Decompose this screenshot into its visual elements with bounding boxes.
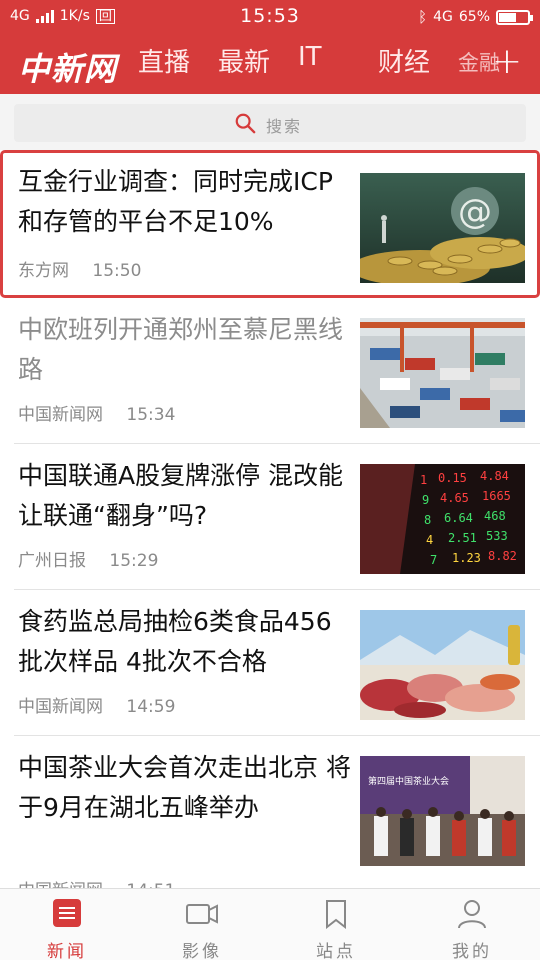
news-time: 15:29	[109, 551, 159, 571]
svg-text:4.84: 4.84	[480, 469, 509, 483]
battery-fill	[499, 12, 516, 22]
news-thumbnail	[360, 610, 525, 720]
tab-sites[interactable]: 站点	[291, 899, 381, 960]
svg-text:8.82: 8.82	[488, 549, 517, 563]
svg-text:9: 9	[422, 493, 429, 507]
news-source: 东方网	[18, 261, 69, 281]
news-item[interactable]: 中国茶业大会首次走出北京 将于9月在湖北五峰举办 中国新闻网 14:51 第四届…	[0, 736, 540, 901]
battery-level: 65%	[458, 9, 490, 25]
tab-latest[interactable]: 最新	[218, 42, 298, 79]
news-item[interactable]: 互金行业调查：同时完成ICP和存管的平台不足10% 东方网 15:50 @	[0, 150, 540, 298]
bluetooth-icon: ᛒ	[418, 8, 428, 26]
news-title: 中国联通A股复牌涨停 混改能让联通“翻身”吗?	[18, 461, 344, 530]
news-source: 中国新闻网	[18, 697, 103, 717]
network-type-right: 4G	[433, 9, 453, 25]
svg-text:1665: 1665	[482, 489, 511, 503]
tab-label: 新闻	[47, 942, 87, 960]
svg-text:1: 1	[420, 473, 427, 487]
news-source: 广州日报	[18, 551, 86, 571]
status-right: ᛒ 4G 65%	[418, 8, 533, 26]
news-title: 中欧班列开通郑州至慕尼黑线路	[18, 315, 344, 384]
news-time: 15:50	[92, 261, 142, 281]
news-item[interactable]: 中国联通A股复牌涨停 混改能让联通“翻身”吗? 广州日报 15:29 1 0.15…	[0, 444, 540, 590]
tab-label: 站点	[316, 942, 356, 960]
svg-text:1.23: 1.23	[452, 551, 481, 565]
tab-finance[interactable]: 财经	[378, 42, 458, 79]
search-area: 搜索	[0, 94, 540, 150]
search-icon	[235, 113, 256, 134]
tab-label: 影像	[182, 942, 222, 960]
svg-text:第四届中国茶业大会: 第四届中国茶业大会	[368, 775, 449, 787]
svg-text:7: 7	[430, 553, 437, 567]
tab-video[interactable]: 影像	[157, 899, 247, 960]
news-item[interactable]: 食药监总局抽检6类食品456批次样品 4批次不合格 中国新闻网 14:59	[0, 590, 540, 736]
svg-text:4.65: 4.65	[440, 491, 469, 505]
search-placeholder: 搜索	[266, 117, 303, 136]
news-meta: 中国新闻网 14:59	[18, 692, 175, 717]
svg-text:8: 8	[424, 513, 431, 527]
tab-it[interactable]: IT	[298, 42, 378, 79]
tab-label: 我的	[452, 942, 492, 960]
news-meta: 东方网 15:50	[18, 256, 141, 281]
svg-text:4: 4	[426, 533, 433, 547]
svg-text:6.64: 6.64	[444, 511, 473, 525]
news-icon	[53, 899, 81, 927]
news-source: 中国新闻网	[18, 405, 103, 425]
news-time: 14:59	[126, 697, 176, 717]
svg-text:533: 533	[486, 529, 508, 543]
svg-text:2.51: 2.51	[448, 531, 477, 545]
app-header: 中新网 直播 最新 IT 财经 金融 +	[0, 34, 540, 94]
news-thumbnail: @	[360, 173, 525, 283]
news-meta: 中国新闻网 15:34	[18, 400, 175, 425]
battery-icon	[496, 9, 533, 25]
news-meta: 广州日报 15:29	[18, 546, 158, 571]
news-title: 中国茶业大会首次走出北京 将于9月在湖北五峰举办	[18, 753, 351, 822]
news-item[interactable]: 中欧班列开通郑州至慕尼黑线路 中国新闻网 15:34	[0, 298, 540, 444]
profile-icon	[458, 900, 486, 929]
bottom-tabbar: 新闻 影像 站点 我的	[0, 888, 540, 960]
tab-news[interactable]: 新闻	[22, 899, 112, 960]
tab-profile[interactable]: 我的	[427, 899, 517, 960]
bookmark-icon	[326, 900, 346, 930]
tab-live[interactable]: 直播	[138, 42, 218, 79]
news-title: 食药监总局抽检6类食品456批次样品 4批次不合格	[18, 607, 332, 676]
app-logo: 中新网	[18, 50, 118, 88]
video-icon	[186, 904, 218, 924]
news-thumbnail: 第四届中国茶业大会	[360, 756, 525, 866]
news-title: 互金行业调查：同时完成ICP和存管的平台不足10%	[18, 167, 333, 236]
svg-text:0.15: 0.15	[438, 471, 467, 485]
svg-text:468: 468	[484, 509, 506, 523]
news-time: 15:34	[126, 405, 176, 425]
search-input[interactable]: 搜索	[14, 104, 526, 142]
channel-tabs: 直播 最新 IT 财经 金融	[138, 42, 538, 79]
news-thumbnail	[360, 318, 525, 428]
svg-text:@: @	[458, 192, 492, 232]
plus-icon[interactable]: +	[492, 42, 522, 82]
status-bar: 4G 1K/s 回 15:53 ᛒ 4G 65%	[0, 0, 540, 34]
news-thumbnail: 1 0.15 4.84 9 4.65 1665 8 6.64 468 4 2.51 533 7 1…	[360, 464, 525, 574]
